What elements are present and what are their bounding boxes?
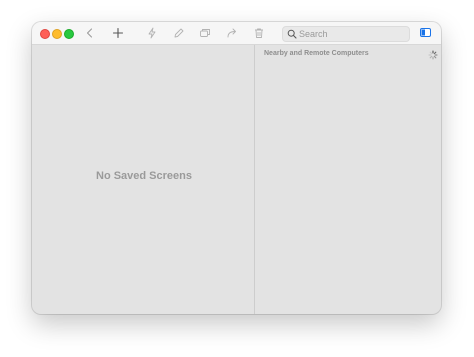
- group-button[interactable]: [197, 26, 213, 40]
- chevron-left-icon: [86, 28, 93, 38]
- minimize-window-button[interactable]: [52, 29, 62, 39]
- edit-button[interactable]: [171, 26, 187, 40]
- lightning-icon: [148, 27, 156, 39]
- back-button[interactable]: [82, 26, 98, 40]
- empty-state-label: No Saved Screens: [96, 169, 192, 182]
- share-arrow-icon: [227, 28, 236, 38]
- zoom-window-button[interactable]: [64, 29, 74, 39]
- stacked-windows-icon: [200, 29, 210, 37]
- pencil-icon: [174, 28, 184, 38]
- sidebar-toggle-icon[interactable]: [420, 28, 431, 37]
- delete-button[interactable]: [251, 26, 267, 40]
- add-button[interactable]: [110, 26, 126, 40]
- saved-screens-pane: No Saved Screens: [32, 45, 254, 314]
- search-field[interactable]: [282, 26, 410, 42]
- nearby-section-header: Nearby and Remote Computers: [264, 50, 369, 57]
- plus-icon: [112, 27, 124, 39]
- spinner-icon: [428, 50, 438, 60]
- connect-button[interactable]: [144, 26, 160, 40]
- search-input[interactable]: [299, 27, 405, 41]
- toolbar: [32, 22, 441, 45]
- share-button[interactable]: [224, 26, 240, 40]
- nearby-computers-pane: Nearby and Remote Computers: [255, 45, 441, 314]
- trash-icon: [255, 28, 263, 38]
- app-window: No Saved Screens Nearby and Remote Compu…: [32, 22, 441, 314]
- search-icon: [287, 29, 297, 39]
- close-window-button[interactable]: [40, 29, 50, 39]
